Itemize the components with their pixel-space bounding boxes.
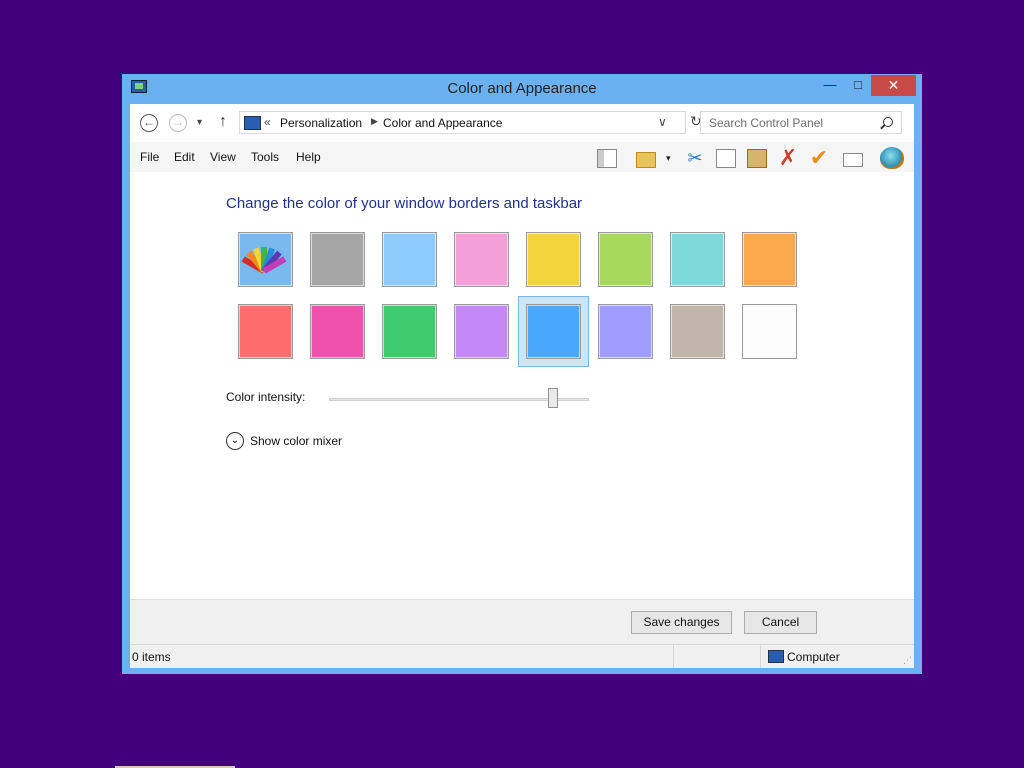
menu-edit[interactable]: Edit <box>174 150 195 164</box>
search-placeholder: Search Control Panel <box>709 116 824 130</box>
color-intensity-label: Color intensity: <box>226 390 306 404</box>
recent-locations-button[interactable]: ▾ <box>197 114 202 132</box>
navigation-bar: ← → ▾ ↑ « Personalization ▶ Color and Ap… <box>130 104 914 142</box>
menu-tools[interactable]: Tools <box>251 150 279 164</box>
menu-view[interactable]: View <box>210 150 236 164</box>
color-swatch[interactable] <box>310 304 365 359</box>
color-swatch[interactable] <box>382 232 437 287</box>
control-panel-icon <box>244 116 261 130</box>
color-swatch[interactable] <box>598 304 653 359</box>
status-divider <box>673 645 674 668</box>
color-swatch[interactable] <box>310 232 365 287</box>
page-title: Change the color of your window borders … <box>226 195 583 212</box>
folder-dropdown-icon[interactable]: ▾ <box>666 153 671 164</box>
title-bar[interactable]: Color and Appearance — □ ✕ <box>122 74 922 104</box>
status-location: Computer <box>787 650 840 664</box>
delete-icon[interactable]: ✗ <box>778 147 798 169</box>
color-intensity-thumb[interactable] <box>547 388 558 408</box>
save-changes-button[interactable]: Save changes <box>631 611 732 634</box>
close-button[interactable]: ✕ <box>871 75 916 96</box>
back-button[interactable]: ← <box>140 114 158 132</box>
color-swatch[interactable] <box>598 232 653 287</box>
search-icon[interactable] <box>883 117 893 127</box>
window-title: Color and Appearance <box>447 80 597 97</box>
resize-grip-icon[interactable]: ⋰ <box>903 655 912 666</box>
color-swatch[interactable] <box>454 232 509 287</box>
button-bar: Save changes Cancel <box>130 599 914 645</box>
menu-file[interactable]: File <box>140 150 159 164</box>
color-swatch-automatic[interactable] <box>238 232 293 287</box>
color-swatch[interactable] <box>526 304 581 359</box>
layout-icon[interactable] <box>597 149 617 168</box>
color-swatch[interactable] <box>670 232 725 287</box>
address-bar[interactable]: « Personalization ▶ Color and Appearance… <box>239 111 686 134</box>
color-swatch[interactable] <box>742 232 797 287</box>
color-palette-icon <box>241 247 287 274</box>
breadcrumb-separator-icon[interactable]: ▶ <box>371 116 378 127</box>
color-swatch[interactable] <box>382 304 437 359</box>
cancel-button[interactable]: Cancel <box>744 611 817 634</box>
up-button[interactable]: ↑ <box>219 113 227 131</box>
paste-icon[interactable] <box>747 149 767 168</box>
color-swatch[interactable] <box>526 232 581 287</box>
address-dropdown-icon[interactable]: ∨ <box>658 115 667 129</box>
window: Color and Appearance — □ ✕ ← → ▾ ↑ « Per… <box>122 74 922 674</box>
color-swatch[interactable] <box>670 304 725 359</box>
color-swatch[interactable] <box>742 304 797 359</box>
status-divider <box>760 645 761 668</box>
expand-icon[interactable]: ⌄ <box>226 432 244 450</box>
color-swatch[interactable] <box>454 304 509 359</box>
maximize-button[interactable]: □ <box>844 75 872 96</box>
copy-icon[interactable] <box>716 149 736 168</box>
properties-icon[interactable] <box>843 153 863 167</box>
forward-button[interactable]: → <box>169 114 187 132</box>
minimize-button[interactable]: — <box>816 75 844 96</box>
shell-icon[interactable] <box>880 147 904 169</box>
search-input[interactable]: Search Control Panel <box>700 111 902 134</box>
address-overflow[interactable]: « <box>264 115 271 129</box>
computer-icon <box>768 650 784 663</box>
status-item-count: 0 items <box>132 650 171 664</box>
cut-icon[interactable]: ✂ <box>685 149 705 168</box>
main-panel: Change the color of your window borders … <box>130 172 914 599</box>
content-frame: ← → ▾ ↑ « Personalization ▶ Color and Ap… <box>130 104 914 668</box>
menu-bar: File Edit View Tools Help ▾ ✂ ✗ ✔ <box>130 142 914 172</box>
breadcrumb-color-and-appearance[interactable]: Color and Appearance <box>383 116 502 130</box>
status-bar: 0 items Computer ⋰ <box>130 644 914 668</box>
check-icon[interactable]: ✔ <box>809 147 829 169</box>
breadcrumb-personalization[interactable]: Personalization <box>280 116 362 130</box>
color-swatch[interactable] <box>238 304 293 359</box>
folder-icon[interactable] <box>636 152 656 168</box>
show-color-mixer-link[interactable]: Show color mixer <box>250 434 342 448</box>
menu-help[interactable]: Help <box>296 150 321 164</box>
